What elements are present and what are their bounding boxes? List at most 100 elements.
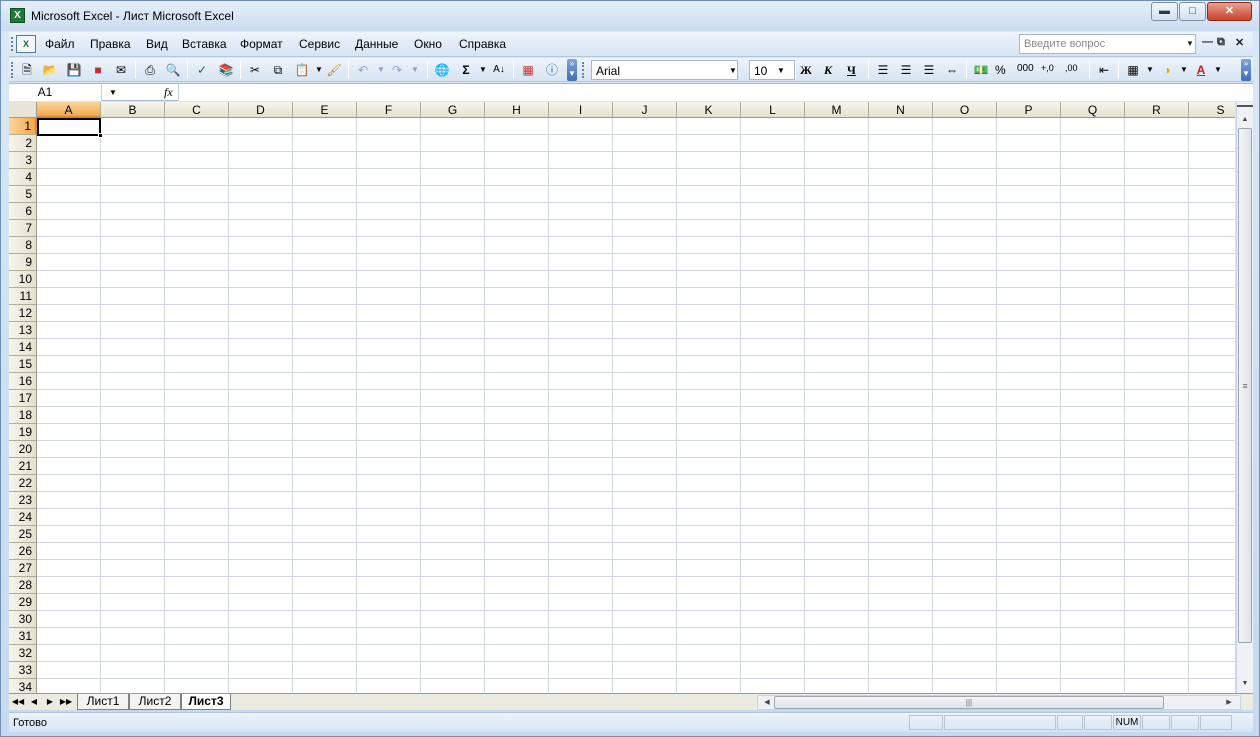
row-header-10[interactable]: 10 xyxy=(9,271,37,288)
undo-icon[interactable]: ↶ xyxy=(353,60,373,80)
align-right-icon[interactable]: ☰ xyxy=(919,60,939,80)
research-icon[interactable]: 📚 xyxy=(216,60,236,80)
help-icon[interactable]: ⓘ xyxy=(542,60,562,80)
select-all-button[interactable] xyxy=(9,102,37,118)
row-header-9[interactable]: 9 xyxy=(9,254,37,271)
menu-file[interactable]: Файл xyxy=(45,37,75,51)
last-sheet-icon[interactable]: ▶▶ xyxy=(59,695,73,709)
split-box[interactable] xyxy=(1237,105,1253,109)
chevron-down-icon[interactable]: ▼ xyxy=(405,60,425,80)
column-header-k[interactable]: K xyxy=(677,102,741,118)
doc-close-button[interactable]: ✕ xyxy=(1235,36,1244,49)
row-header-13[interactable]: 13 xyxy=(9,322,37,339)
spelling-icon[interactable]: ✓ xyxy=(192,60,212,80)
row-header-34[interactable]: 34 xyxy=(9,679,37,693)
horizontal-scrollbar[interactable]: ◀ ||| ▶ xyxy=(757,695,1241,710)
copy-icon[interactable]: ⧉ xyxy=(268,60,288,80)
scroll-left-icon[interactable]: ◀ xyxy=(760,696,774,709)
column-header-a[interactable]: A xyxy=(37,102,101,118)
row-header-22[interactable]: 22 xyxy=(9,475,37,492)
grip-handle[interactable] xyxy=(11,37,14,51)
doc-restore-button[interactable]: ⧉ xyxy=(1217,36,1225,49)
row-header-18[interactable]: 18 xyxy=(9,407,37,424)
column-header-q[interactable]: Q xyxy=(1061,102,1125,118)
column-header-o[interactable]: O xyxy=(933,102,997,118)
scroll-down-icon[interactable]: ▼ xyxy=(1238,676,1252,692)
workbook-icon[interactable]: X xyxy=(16,35,36,53)
print-preview-icon[interactable]: 🔍 xyxy=(163,60,183,80)
menu-help[interactable]: Справка xyxy=(459,37,506,51)
scroll-right-icon[interactable]: ▶ xyxy=(1222,696,1236,709)
chevron-down-icon[interactable]: ▼ xyxy=(1208,60,1228,80)
row-header-23[interactable]: 23 xyxy=(9,492,37,509)
row-header-27[interactable]: 27 xyxy=(9,560,37,577)
row-header-29[interactable]: 29 xyxy=(9,594,37,611)
vertical-scrollbar[interactable]: ▲ ≡ ▼ xyxy=(1236,102,1253,693)
minimize-button[interactable]: ▬ xyxy=(1151,2,1178,21)
grip-handle[interactable] xyxy=(582,62,585,78)
column-header-n[interactable]: N xyxy=(869,102,933,118)
hyperlink-icon[interactable]: 🌐 xyxy=(432,60,452,80)
doc-minimize-button[interactable]: — xyxy=(1202,36,1213,48)
excel-icon[interactable]: X xyxy=(10,8,25,23)
column-header-j[interactable]: J xyxy=(613,102,677,118)
row-header-24[interactable]: 24 xyxy=(9,509,37,526)
prev-sheet-icon[interactable]: ◀ xyxy=(27,695,41,709)
row-header-16[interactable]: 16 xyxy=(9,373,37,390)
cell-area[interactable] xyxy=(37,118,1235,693)
sort-ascending-icon[interactable]: A↓ xyxy=(489,60,509,80)
save-icon[interactable]: 💾 xyxy=(64,60,84,80)
sheet-tab-2[interactable]: Лист2 xyxy=(129,694,181,710)
chevron-down-icon[interactable]: ▼ xyxy=(1186,39,1194,48)
menu-format[interactable]: Формат xyxy=(240,37,283,51)
format-painter-icon[interactable]: 🖌 xyxy=(324,60,344,80)
row-header-3[interactable]: 3 xyxy=(9,152,37,169)
email-icon[interactable]: ✉ xyxy=(111,60,131,80)
row-header-1[interactable]: 1 xyxy=(9,118,37,135)
underline-button[interactable]: Ч xyxy=(847,63,856,78)
align-center-icon[interactable]: ☰ xyxy=(896,60,916,80)
row-header-32[interactable]: 32 xyxy=(9,645,37,662)
row-header-17[interactable]: 17 xyxy=(9,390,37,407)
column-header-p[interactable]: P xyxy=(997,102,1061,118)
vertical-scroll-thumb[interactable]: ≡ xyxy=(1238,128,1252,643)
chevron-down-icon[interactable]: ▼ xyxy=(777,66,785,75)
row-header-14[interactable]: 14 xyxy=(9,339,37,356)
row-header-8[interactable]: 8 xyxy=(9,237,37,254)
sheet-tab-1[interactable]: Лист1 xyxy=(77,694,129,710)
column-header-d[interactable]: D xyxy=(229,102,293,118)
name-box[interactable]: A1 xyxy=(9,84,102,101)
formula-input[interactable] xyxy=(178,84,1253,101)
next-sheet-icon[interactable]: ▶ xyxy=(43,695,57,709)
close-button[interactable]: ✕ xyxy=(1207,2,1252,21)
permission-icon[interactable]: ■ xyxy=(88,60,108,80)
active-cell[interactable] xyxy=(37,118,101,136)
row-header-25[interactable]: 25 xyxy=(9,526,37,543)
column-header-c[interactable]: C xyxy=(165,102,229,118)
italic-button[interactable]: К xyxy=(824,63,832,78)
chevron-down-icon[interactable]: ▼ xyxy=(729,66,737,75)
align-left-icon[interactable]: ☰ xyxy=(873,60,893,80)
decrease-decimal-button[interactable]: ,00 xyxy=(1065,63,1078,73)
column-header-e[interactable]: E xyxy=(293,102,357,118)
sheet-tab-3[interactable]: Лист3 xyxy=(181,694,231,710)
currency-icon[interactable]: 💵 xyxy=(971,60,991,80)
column-header-g[interactable]: G xyxy=(421,102,485,118)
column-header-b[interactable]: B xyxy=(101,102,165,118)
row-header-4[interactable]: 4 xyxy=(9,169,37,186)
grip-handle[interactable] xyxy=(11,62,14,78)
percent-button[interactable]: % xyxy=(995,63,1006,77)
scroll-up-icon[interactable]: ▲ xyxy=(1238,112,1252,128)
row-header-21[interactable]: 21 xyxy=(9,458,37,475)
column-header-r[interactable]: R xyxy=(1125,102,1189,118)
row-header-12[interactable]: 12 xyxy=(9,305,37,322)
row-header-11[interactable]: 11 xyxy=(9,288,37,305)
toolbar-options-icon[interactable]: » ▼ xyxy=(1241,59,1251,81)
row-header-7[interactable]: 7 xyxy=(9,220,37,237)
fill-handle[interactable] xyxy=(98,133,103,138)
column-header-s[interactable]: S xyxy=(1189,102,1235,118)
worksheet-grid[interactable]: ABCDEFGHIJKLMNOPQRS 1 2 3 4 5 6 7 8 9 10 11 12 13 14 1… xyxy=(9,102,1235,693)
help-search-input[interactable]: Введите вопрос xyxy=(1019,34,1196,54)
cut-icon[interactable]: ✂ xyxy=(245,60,265,80)
column-header-f[interactable]: F xyxy=(357,102,421,118)
